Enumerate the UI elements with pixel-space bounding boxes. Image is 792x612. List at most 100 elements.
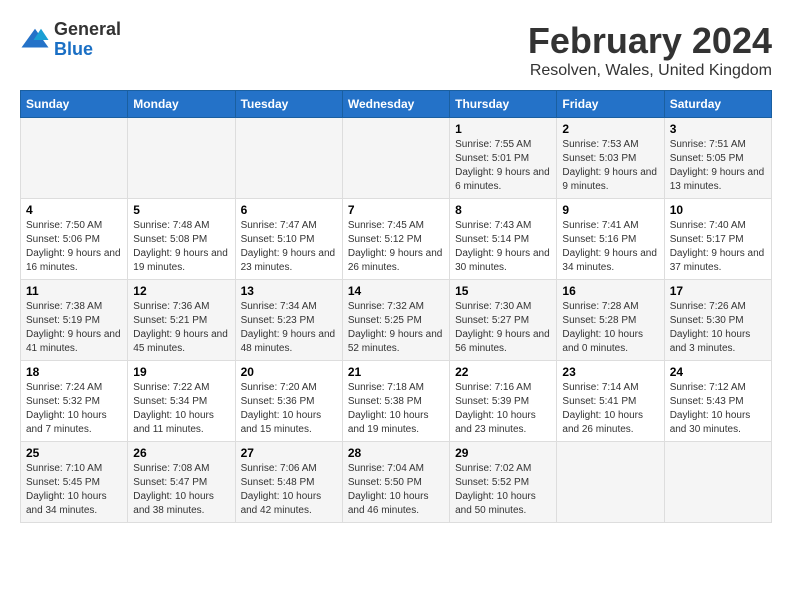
calendar-cell: 1 Sunrise: 7:55 AM Sunset: 5:01 PM Daylig…	[450, 118, 557, 199]
day-number: 2	[562, 122, 658, 136]
day-number: 5	[133, 203, 229, 217]
header-cell-wednesday: Wednesday	[342, 91, 449, 118]
day-number: 12	[133, 284, 229, 298]
day-number: 14	[348, 284, 444, 298]
calendar-cell: 23 Sunrise: 7:14 AM Sunset: 5:41 PM Dayli…	[557, 361, 664, 442]
calendar-cell: 7 Sunrise: 7:45 AM Sunset: 5:12 PM Daylig…	[342, 199, 449, 280]
calendar-cell: 24 Sunrise: 7:12 AM Sunset: 5:43 PM Dayli…	[664, 361, 771, 442]
day-number: 8	[455, 203, 551, 217]
day-info: Sunrise: 7:10 AM Sunset: 5:45 PM Dayligh…	[26, 462, 122, 518]
logo: General Blue	[20, 20, 121, 60]
day-number: 16	[562, 284, 658, 298]
day-info: Sunrise: 7:48 AM Sunset: 5:08 PM Dayligh…	[133, 219, 229, 275]
day-info: Sunrise: 7:06 AM Sunset: 5:48 PM Dayligh…	[241, 462, 337, 518]
day-number: 15	[455, 284, 551, 298]
week-row-3: 11 Sunrise: 7:38 AM Sunset: 5:19 PM Dayli…	[21, 280, 772, 361]
day-info: Sunrise: 7:12 AM Sunset: 5:43 PM Dayligh…	[670, 381, 766, 437]
logo-general-text: General	[54, 20, 121, 40]
day-number: 24	[670, 365, 766, 379]
day-number: 9	[562, 203, 658, 217]
calendar-cell	[557, 442, 664, 523]
calendar-cell: 20 Sunrise: 7:20 AM Sunset: 5:36 PM Dayli…	[235, 361, 342, 442]
calendar-cell: 2 Sunrise: 7:53 AM Sunset: 5:03 PM Daylig…	[557, 118, 664, 199]
day-number: 25	[26, 446, 122, 460]
header-row: SundayMondayTuesdayWednesdayThursdayFrid…	[21, 91, 772, 118]
day-number: 20	[241, 365, 337, 379]
calendar-cell	[664, 442, 771, 523]
day-number: 26	[133, 446, 229, 460]
calendar-cell	[21, 118, 128, 199]
main-title: February 2024	[528, 20, 772, 62]
calendar-cell	[342, 118, 449, 199]
day-number: 23	[562, 365, 658, 379]
calendar-table: SundayMondayTuesdayWednesdayThursdayFrid…	[20, 90, 772, 523]
day-info: Sunrise: 7:08 AM Sunset: 5:47 PM Dayligh…	[133, 462, 229, 518]
day-info: Sunrise: 7:34 AM Sunset: 5:23 PM Dayligh…	[241, 300, 337, 356]
calendar-cell: 9Sunrise: 7:41 AM Sunset: 5:16 PM Daylig…	[557, 199, 664, 280]
day-number: 27	[241, 446, 337, 460]
day-info: Sunrise: 7:22 AM Sunset: 5:34 PM Dayligh…	[133, 381, 229, 437]
day-info: Sunrise: 7:38 AM Sunset: 5:19 PM Dayligh…	[26, 300, 122, 356]
calendar-cell: 29 Sunrise: 7:02 AM Sunset: 5:52 PM Dayli…	[450, 442, 557, 523]
calendar-cell: 5 Sunrise: 7:48 AM Sunset: 5:08 PM Daylig…	[128, 199, 235, 280]
logo-blue-text: Blue	[54, 40, 121, 60]
calendar-cell: 22 Sunrise: 7:16 AM Sunset: 5:39 PM Dayli…	[450, 361, 557, 442]
calendar-cell: 13 Sunrise: 7:34 AM Sunset: 5:23 PM Dayli…	[235, 280, 342, 361]
day-info: Sunrise: 7:02 AM Sunset: 5:52 PM Dayligh…	[455, 462, 551, 518]
day-info: Sunrise: 7:04 AM Sunset: 5:50 PM Dayligh…	[348, 462, 444, 518]
day-number: 11	[26, 284, 122, 298]
day-number: 19	[133, 365, 229, 379]
day-number: 18	[26, 365, 122, 379]
day-info: Sunrise: 7:20 AM Sunset: 5:36 PM Dayligh…	[241, 381, 337, 437]
day-number: 1	[455, 122, 551, 136]
calendar-cell: 26 Sunrise: 7:08 AM Sunset: 5:47 PM Dayli…	[128, 442, 235, 523]
day-info: Sunrise: 7:45 AM Sunset: 5:12 PM Dayligh…	[348, 219, 444, 275]
day-info: Sunrise: 7:47 AM Sunset: 5:10 PM Dayligh…	[241, 219, 337, 275]
day-number: 7	[348, 203, 444, 217]
week-row-4: 18 Sunrise: 7:24 AM Sunset: 5:32 PM Dayli…	[21, 361, 772, 442]
header-cell-tuesday: Tuesday	[235, 91, 342, 118]
calendar-cell	[235, 118, 342, 199]
day-number: 21	[348, 365, 444, 379]
calendar-cell: 11 Sunrise: 7:38 AM Sunset: 5:19 PM Dayli…	[21, 280, 128, 361]
logo-icon	[20, 25, 50, 55]
day-info: Sunrise: 7:50 AM Sunset: 5:06 PM Dayligh…	[26, 219, 122, 275]
day-info: Sunrise: 7:18 AM Sunset: 5:38 PM Dayligh…	[348, 381, 444, 437]
calendar-cell: 19 Sunrise: 7:22 AM Sunset: 5:34 PM Dayli…	[128, 361, 235, 442]
calendar-cell: 17 Sunrise: 7:26 AM Sunset: 5:30 PM Dayli…	[664, 280, 771, 361]
day-number: 17	[670, 284, 766, 298]
day-number: 22	[455, 365, 551, 379]
day-number: 10	[670, 203, 766, 217]
calendar-cell: 25 Sunrise: 7:10 AM Sunset: 5:45 PM Dayli…	[21, 442, 128, 523]
day-info: Sunrise: 7:26 AM Sunset: 5:30 PM Dayligh…	[670, 300, 766, 356]
calendar-cell: 8Sunrise: 7:43 AM Sunset: 5:14 PM Daylig…	[450, 199, 557, 280]
header-cell-friday: Friday	[557, 91, 664, 118]
calendar-cell: 28Sunrise: 7:04 AM Sunset: 5:50 PM Dayli…	[342, 442, 449, 523]
day-info: Sunrise: 7:53 AM Sunset: 5:03 PM Dayligh…	[562, 138, 658, 194]
day-number: 13	[241, 284, 337, 298]
week-row-2: 4Sunrise: 7:50 AM Sunset: 5:06 PM Daylig…	[21, 199, 772, 280]
calendar-cell: 16 Sunrise: 7:28 AM Sunset: 5:28 PM Dayli…	[557, 280, 664, 361]
calendar-cell	[128, 118, 235, 199]
calendar-cell: 27 Sunrise: 7:06 AM Sunset: 5:48 PM Dayli…	[235, 442, 342, 523]
day-info: Sunrise: 7:30 AM Sunset: 5:27 PM Dayligh…	[455, 300, 551, 356]
day-info: Sunrise: 7:16 AM Sunset: 5:39 PM Dayligh…	[455, 381, 551, 437]
calendar-cell: 6Sunrise: 7:47 AM Sunset: 5:10 PM Daylig…	[235, 199, 342, 280]
week-row-1: 1 Sunrise: 7:55 AM Sunset: 5:01 PM Daylig…	[21, 118, 772, 199]
calendar-cell: 3Sunrise: 7:51 AM Sunset: 5:05 PM Daylig…	[664, 118, 771, 199]
week-row-5: 25 Sunrise: 7:10 AM Sunset: 5:45 PM Dayli…	[21, 442, 772, 523]
calendar-cell: 15 Sunrise: 7:30 AM Sunset: 5:27 PM Dayli…	[450, 280, 557, 361]
day-info: Sunrise: 7:24 AM Sunset: 5:32 PM Dayligh…	[26, 381, 122, 437]
header-cell-sunday: Sunday	[21, 91, 128, 118]
day-number: 29	[455, 446, 551, 460]
day-info: Sunrise: 7:55 AM Sunset: 5:01 PM Dayligh…	[455, 138, 551, 194]
day-info: Sunrise: 7:14 AM Sunset: 5:41 PM Dayligh…	[562, 381, 658, 437]
header: General Blue February 2024 Resolven, Wal…	[20, 20, 772, 80]
day-info: Sunrise: 7:40 AM Sunset: 5:17 PM Dayligh…	[670, 219, 766, 275]
calendar-cell: 4Sunrise: 7:50 AM Sunset: 5:06 PM Daylig…	[21, 199, 128, 280]
calendar-cell: 12Sunrise: 7:36 AM Sunset: 5:21 PM Dayli…	[128, 280, 235, 361]
day-info: Sunrise: 7:51 AM Sunset: 5:05 PM Dayligh…	[670, 138, 766, 194]
calendar-cell: 21 Sunrise: 7:18 AM Sunset: 5:38 PM Dayli…	[342, 361, 449, 442]
day-info: Sunrise: 7:28 AM Sunset: 5:28 PM Dayligh…	[562, 300, 658, 356]
header-cell-monday: Monday	[128, 91, 235, 118]
